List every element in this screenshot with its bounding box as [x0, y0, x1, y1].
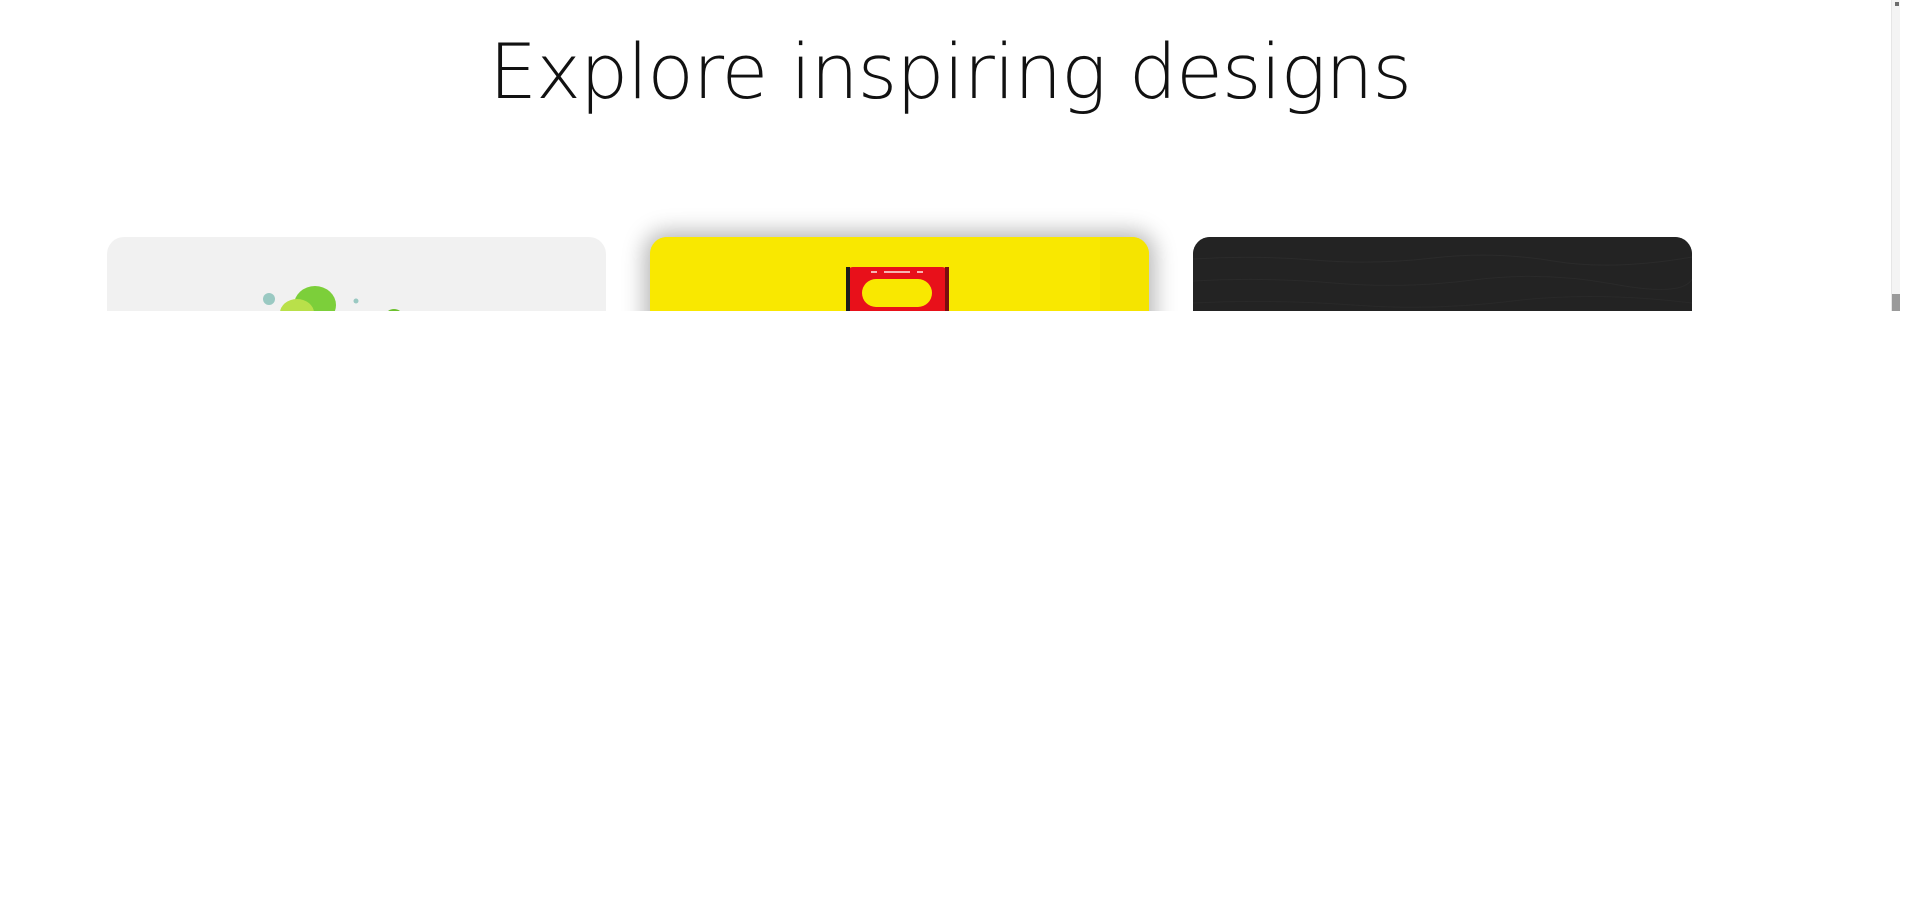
- design-card-green[interactable]: [107, 237, 606, 311]
- design-card-yellow[interactable]: [650, 237, 1149, 311]
- green-blob-artwork: [263, 286, 400, 311]
- design-card-dark[interactable]: [1193, 237, 1692, 311]
- dark-texture-artwork: [1193, 237, 1692, 311]
- page: Explore inspiring designs: [0, 0, 1908, 907]
- browser-viewport: Explore inspiring designs: [0, 0, 1900, 311]
- vertical-scrollbar[interactable]: [1891, 0, 1900, 311]
- section-heading: Explore inspiring designs: [489, 27, 1412, 116]
- scroll-up-arrow-icon[interactable]: [1895, 2, 1899, 6]
- scrollbar-thumb[interactable]: [1892, 294, 1900, 311]
- shopping-bag-artwork: [650, 237, 1149, 311]
